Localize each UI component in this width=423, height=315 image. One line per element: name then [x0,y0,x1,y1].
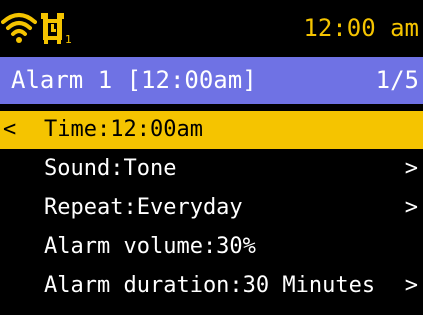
status-bar: 1 12:00 am [0,0,423,55]
menu-item-alarm-duration[interactable]: Alarm duration:30 Minutes > [0,267,423,305]
clock-time: 12:00 am [303,14,419,42]
menu-item-label: Sound:Tone [44,156,177,181]
alarm-header: Alarm 1 [12:00am] 1/5 [0,57,423,104]
menu-item-label: Repeat:Everyday [44,195,243,220]
wifi-icon [1,13,37,43]
menu-item-sound[interactable]: Sound:Tone > [0,150,423,188]
alarm-settings-menu: < Time:12:00am Sound:Tone > Repeat:Every… [0,111,423,306]
page-indicator: 1/5 [375,66,419,94]
page-title: Alarm 1 [12:00am] [11,66,257,94]
menu-item-alarm-volume[interactable]: Alarm volume:30% [0,228,423,266]
alarm-1-icon: 1 [41,13,72,45]
menu-item-label: Alarm volume:30% [44,234,256,259]
chevron-left-icon: < [3,117,17,142]
menu-item-repeat[interactable]: Repeat:Everyday > [0,189,423,227]
menu-item-time[interactable]: < Time:12:00am [0,111,423,149]
chevron-right-icon: > [404,156,418,181]
chevron-right-icon: > [404,273,418,298]
menu-item-label: Time:12:00am [44,117,203,142]
menu-item-label: Alarm duration:30 Minutes [44,273,376,298]
alarm-number-label: 1 [65,33,72,45]
chevron-right-icon: > [404,195,418,220]
